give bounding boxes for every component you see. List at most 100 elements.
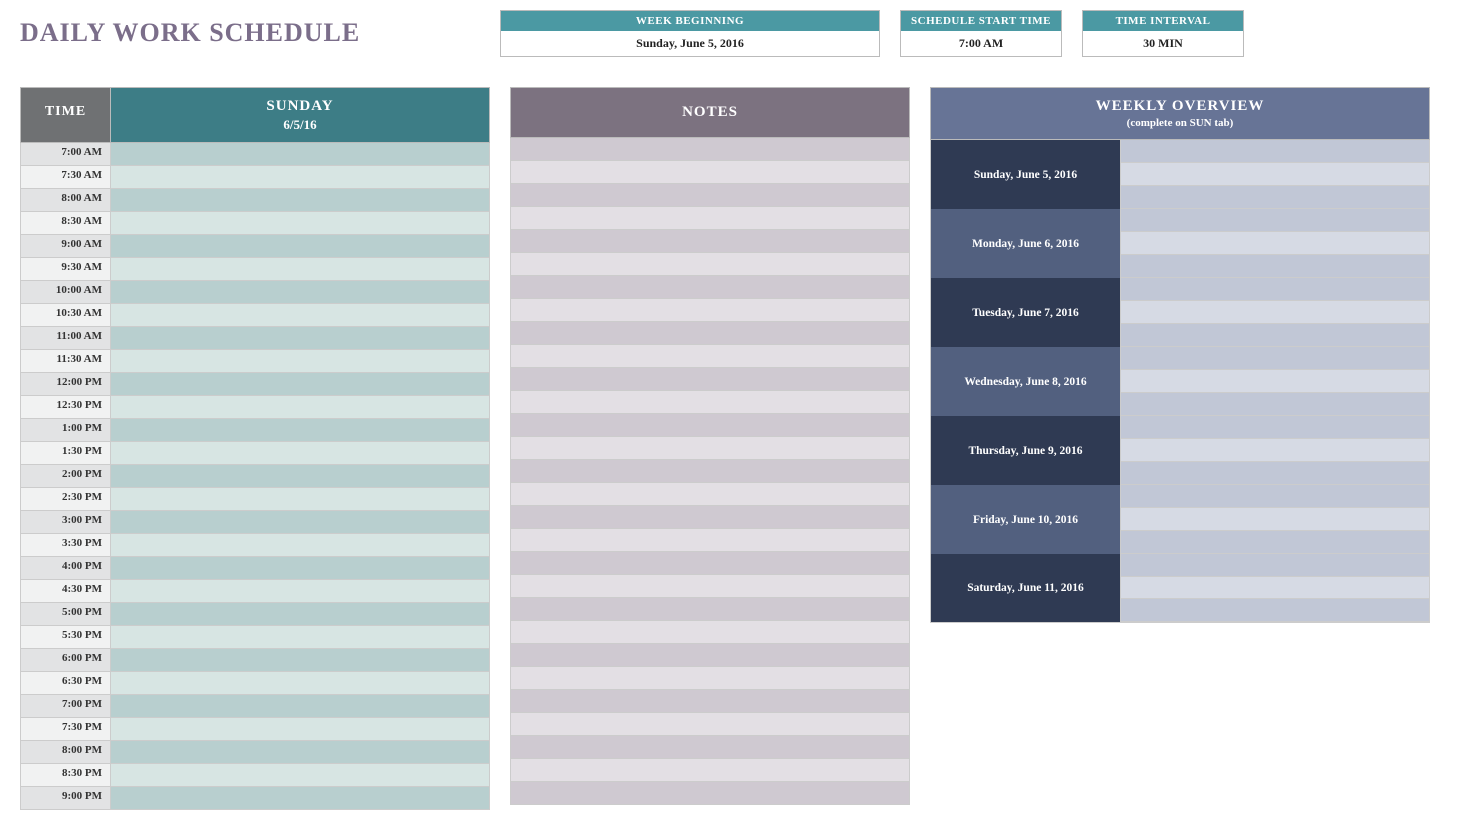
schedule-time-cell: 2:00 PM <box>21 465 111 487</box>
overview-slot[interactable] <box>1121 347 1429 370</box>
schedule-row: 6:00 PM <box>20 649 490 672</box>
overview-slot[interactable] <box>1121 370 1429 393</box>
notes-row[interactable] <box>510 345 910 368</box>
schedule-slot-cell[interactable] <box>111 718 489 740</box>
overview-slot[interactable] <box>1121 508 1429 531</box>
notes-row[interactable] <box>510 644 910 667</box>
schedule-slot-cell[interactable] <box>111 143 489 165</box>
overview-slot[interactable] <box>1121 416 1429 439</box>
schedule-time-cell: 2:30 PM <box>21 488 111 510</box>
notes-row[interactable] <box>510 437 910 460</box>
schedule-time-cell: 12:00 PM <box>21 373 111 395</box>
notes-row[interactable] <box>510 690 910 713</box>
schedule-slot-cell[interactable] <box>111 212 489 234</box>
schedule-time-cell: 7:00 PM <box>21 695 111 717</box>
schedule-slot-cell[interactable] <box>111 258 489 280</box>
notes-row[interactable] <box>510 782 910 805</box>
overview-slot[interactable] <box>1121 186 1429 209</box>
notes-row[interactable] <box>510 713 910 736</box>
schedule-row: 12:00 PM <box>20 373 490 396</box>
overview-slot[interactable] <box>1121 163 1429 186</box>
schedule-slot-cell[interactable] <box>111 741 489 763</box>
info-interval: TIME INTERVAL 30 MIN <box>1082 10 1244 57</box>
notes-row[interactable] <box>510 506 910 529</box>
schedule-slot-cell[interactable] <box>111 695 489 717</box>
schedule-slot-cell[interactable] <box>111 373 489 395</box>
top-row: DAILY WORK SCHEDULE WEEK BEGINNING Sunda… <box>20 10 1444 57</box>
schedule-slot-cell[interactable] <box>111 557 489 579</box>
notes-row[interactable] <box>510 184 910 207</box>
schedule-slot-cell[interactable] <box>111 419 489 441</box>
notes-row[interactable] <box>510 667 910 690</box>
info-interval-value[interactable]: 30 MIN <box>1083 31 1243 56</box>
schedule-slot-cell[interactable] <box>111 626 489 648</box>
schedule-slot-cell[interactable] <box>111 787 489 809</box>
notes-row[interactable] <box>510 253 910 276</box>
notes-row[interactable] <box>510 598 910 621</box>
info-week-beginning-value[interactable]: Sunday, June 5, 2016 <box>501 31 879 56</box>
overview-slot[interactable] <box>1121 232 1429 255</box>
schedule-slot-cell[interactable] <box>111 327 489 349</box>
overview-slot[interactable] <box>1121 209 1429 232</box>
schedule-slot-cell[interactable] <box>111 350 489 372</box>
notes-row[interactable] <box>510 230 910 253</box>
notes-row[interactable] <box>510 276 910 299</box>
notes-row[interactable] <box>510 414 910 437</box>
overview-slot[interactable] <box>1121 462 1429 485</box>
overview-slot[interactable] <box>1121 278 1429 301</box>
schedule-slot-cell[interactable] <box>111 511 489 533</box>
schedule-slot-cell[interactable] <box>111 534 489 556</box>
notes-row[interactable] <box>510 460 910 483</box>
overview-slot[interactable] <box>1121 255 1429 278</box>
schedule-slot-cell[interactable] <box>111 488 489 510</box>
notes-row[interactable] <box>510 736 910 759</box>
overview-slot[interactable] <box>1121 577 1429 600</box>
schedule-slot-cell[interactable] <box>111 304 489 326</box>
schedule-slot-cell[interactable] <box>111 649 489 671</box>
overview-slot[interactable] <box>1121 140 1429 163</box>
schedule-row: 10:00 AM <box>20 281 490 304</box>
overview-slot[interactable] <box>1121 439 1429 462</box>
overview-slot[interactable] <box>1121 301 1429 324</box>
notes-row[interactable] <box>510 391 910 414</box>
notes-row[interactable] <box>510 161 910 184</box>
schedule-slot-cell[interactable] <box>111 580 489 602</box>
schedule-slot-cell[interactable] <box>111 603 489 625</box>
schedule-row: 8:00 PM <box>20 741 490 764</box>
schedule-slot-cell[interactable] <box>111 465 489 487</box>
schedule-slot-cell[interactable] <box>111 189 489 211</box>
overview-slot[interactable] <box>1121 554 1429 577</box>
notes-row[interactable] <box>510 759 910 782</box>
notes-row[interactable] <box>510 575 910 598</box>
notes-row[interactable] <box>510 483 910 506</box>
info-boxes: WEEK BEGINNING Sunday, June 5, 2016 SCHE… <box>500 10 1444 57</box>
notes-row[interactable] <box>510 552 910 575</box>
overview-slot[interactable] <box>1121 531 1429 554</box>
schedule-row: 11:30 AM <box>20 350 490 373</box>
schedule-day-header: SUNDAY 6/5/16 <box>111 88 489 142</box>
schedule-time-cell: 11:30 AM <box>21 350 111 372</box>
schedule-slot-cell[interactable] <box>111 672 489 694</box>
overview-slot[interactable] <box>1121 485 1429 508</box>
schedule-slot-cell[interactable] <box>111 166 489 188</box>
schedule-time-cell: 9:30 AM <box>21 258 111 280</box>
overview-slot[interactable] <box>1121 599 1429 622</box>
schedule-slot-cell[interactable] <box>111 396 489 418</box>
notes-row[interactable] <box>510 207 910 230</box>
notes-row[interactable] <box>510 138 910 161</box>
schedule-slot-cell[interactable] <box>111 281 489 303</box>
schedule-panel: TIME SUNDAY 6/5/16 7:00 AM7:30 AM8:00 AM… <box>20 87 490 810</box>
notes-row[interactable] <box>510 299 910 322</box>
schedule-time-cell: 4:30 PM <box>21 580 111 602</box>
overview-slot[interactable] <box>1121 324 1429 347</box>
notes-row[interactable] <box>510 322 910 345</box>
notes-row[interactable] <box>510 621 910 644</box>
notes-row[interactable] <box>510 368 910 391</box>
schedule-time-cell: 12:30 PM <box>21 396 111 418</box>
notes-row[interactable] <box>510 529 910 552</box>
overview-slot[interactable] <box>1121 393 1429 416</box>
schedule-slot-cell[interactable] <box>111 235 489 257</box>
schedule-slot-cell[interactable] <box>111 442 489 464</box>
info-start-time-value[interactable]: 7:00 AM <box>901 31 1061 56</box>
schedule-slot-cell[interactable] <box>111 764 489 786</box>
